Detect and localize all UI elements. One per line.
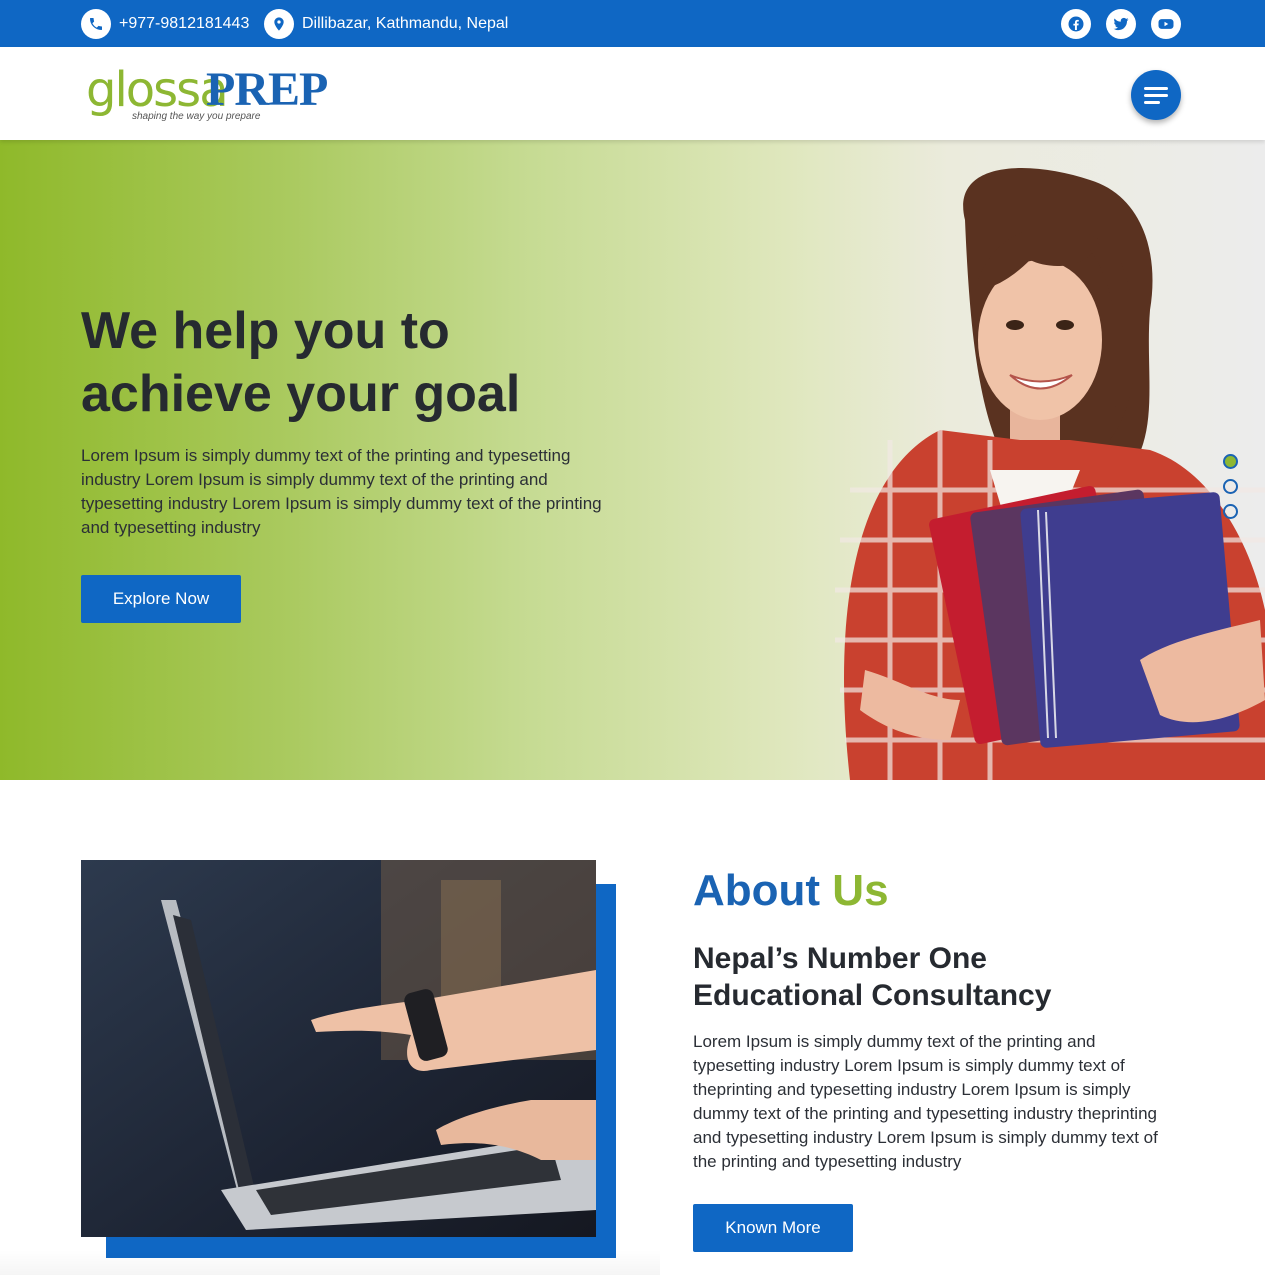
about-description: Lorem Ipsum is simply dummy text of the … (693, 1032, 1158, 1171)
phone-number: +977-9812181443 (119, 15, 250, 32)
youtube-icon[interactable] (1151, 9, 1181, 39)
bottom-shadow (0, 1250, 660, 1275)
phone-icon (81, 9, 111, 39)
about-title-part1: About (693, 866, 821, 915)
about-us-heading: About Us (693, 866, 889, 916)
hero-title: We help you to achieve your goal (81, 302, 521, 423)
about-subtitle: Nepal’s Number One Educational Consultan… (693, 942, 1052, 1012)
glossaprep-logo[interactable]: glossa PREP shaping the way you prepare (86, 61, 328, 127)
slider-dot-3[interactable] (1223, 504, 1238, 519)
logo-tagline: shaping the way you prepare (132, 111, 261, 122)
known-more-button[interactable]: Known More (693, 1204, 853, 1252)
hero-banner: We help you to achieve your goal Lorem I… (0, 140, 1265, 780)
slider-dot-2[interactable] (1223, 479, 1238, 494)
phone-contact[interactable]: +977-9812181443 (81, 9, 249, 39)
explore-now-button[interactable]: Explore Now (81, 575, 241, 623)
twitter-icon[interactable] (1106, 9, 1136, 39)
hero-description: Lorem Ipsum is simply dummy text of the … (81, 446, 602, 537)
student-with-notebooks-image (835, 168, 1265, 780)
address-contact[interactable]: Dillibazar, Kathmandu, Nepal (264, 9, 508, 39)
hamburger-menu-icon[interactable] (1131, 70, 1181, 120)
logo-prep: PREP (206, 63, 328, 116)
about-title-part2: Us (832, 866, 889, 915)
main-header: glossa PREP shaping the way you prepare (0, 47, 1265, 140)
slider-dot-1[interactable] (1223, 454, 1238, 469)
address-text: Dillibazar, Kathmandu, Nepal (302, 15, 509, 32)
location-pin-icon (264, 9, 294, 39)
facebook-icon[interactable] (1061, 9, 1091, 39)
top-contact-bar: +977-9812181443 Dillibazar, Kathmandu, N… (0, 0, 1265, 47)
laptop-hands-image (81, 860, 596, 1237)
